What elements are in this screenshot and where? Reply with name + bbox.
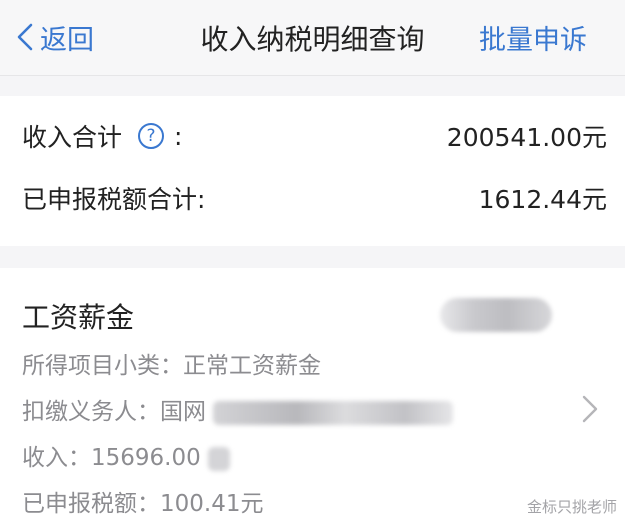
blurred-date-badge bbox=[440, 298, 552, 332]
detail-withholder: 扣缴义务人：国网 bbox=[22, 399, 206, 425]
income-total-value: 200541.00元 bbox=[446, 123, 607, 152]
help-icon[interactable]: ? bbox=[138, 123, 165, 149]
batch-appeal-button[interactable]: 批量申诉 bbox=[479, 18, 587, 57]
blurred-unit bbox=[208, 446, 231, 471]
detail-tax: 已申报税额：100.41元 bbox=[22, 491, 264, 517]
detail-withholder-line: 扣缴义务人：国网 bbox=[22, 392, 454, 426]
detail-subcategory: 所得项目小类：正常工资薪金 bbox=[22, 353, 321, 379]
income-total-label: 收入合计 bbox=[22, 123, 123, 152]
nav-bar: 返回 收入纳税明细查询 批量申诉 bbox=[0, 0, 625, 76]
chevron-right-icon[interactable] bbox=[581, 394, 599, 424]
tax-total-value: 1612.44元 bbox=[478, 185, 607, 214]
income-detail-card[interactable]: 工资薪金 所得项目小类：正常工资薪金 扣缴义务人：国网 收入：15696.00 … bbox=[0, 268, 625, 525]
blurred-withholder-name bbox=[213, 400, 454, 425]
detail-income: 收入：15696.00 bbox=[22, 445, 201, 471]
watermark: 金标只挑老师 bbox=[526, 498, 617, 516]
tax-total-label: 已申报税额合计: bbox=[22, 185, 206, 214]
income-total-colon: : bbox=[174, 121, 183, 151]
summary-card: 收入合计 ? : 200541.00元 已申报税额合计: 1612.44元 bbox=[0, 96, 625, 246]
tax-total-row: 已申报税额合计: 1612.44元 bbox=[22, 178, 607, 218]
detail-category-title: 工资薪金 bbox=[22, 301, 135, 334]
income-total-row: 收入合计 ? : 200541.00元 bbox=[22, 116, 607, 156]
detail-income-line: 收入：15696.00 bbox=[22, 438, 231, 472]
